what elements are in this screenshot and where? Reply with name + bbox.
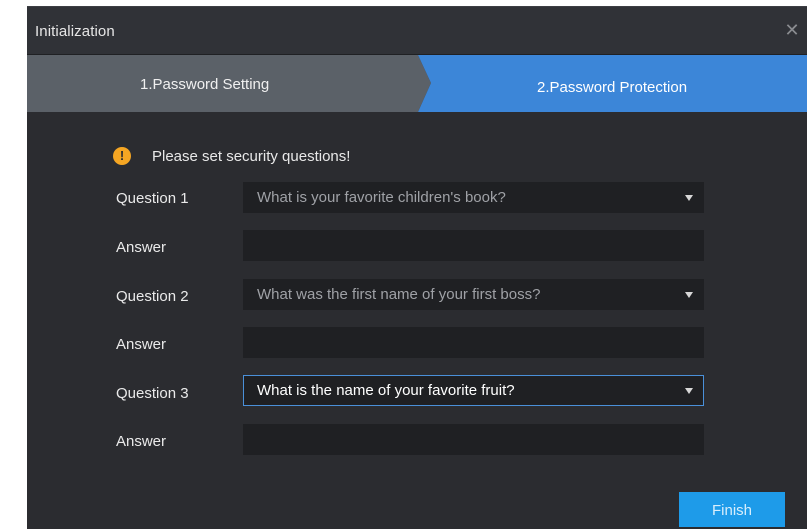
question-3-value: What is the name of your favorite fruit? xyxy=(257,382,515,399)
question-1-value: What is your favorite children's book? xyxy=(257,189,506,206)
warning-icon: ! xyxy=(113,147,131,165)
step-2-label: 2.Password Protection xyxy=(537,79,688,96)
question-1-label: Question 1 xyxy=(116,190,189,207)
question-2-select[interactable]: What was the first name of your first bo… xyxy=(243,279,704,310)
question-3-label: Question 3 xyxy=(116,385,189,402)
dropdown-caret-icon xyxy=(685,388,693,394)
question-2-value: What was the first name of your first bo… xyxy=(257,286,541,303)
answer-3-input[interactable] xyxy=(243,424,704,455)
answer-3-label: Answer xyxy=(116,433,167,450)
dialog-title: Initialization xyxy=(35,23,115,40)
finish-button[interactable]: Finish xyxy=(679,492,785,527)
step-indicator: 1.Password Setting 2.Password Protection xyxy=(27,55,807,112)
question-3-select[interactable]: What is the name of your favorite fruit? xyxy=(243,375,704,406)
initialization-dialog: Initialization ✕ 1.Password Setting 2.Pa… xyxy=(27,6,807,529)
question-1-select[interactable]: What is your favorite children's book? xyxy=(243,182,704,213)
close-icon[interactable]: ✕ xyxy=(781,19,803,41)
title-bar: Initialization ✕ xyxy=(27,7,807,55)
answer-2-label: Answer xyxy=(116,336,167,353)
answer-2-input[interactable] xyxy=(243,327,704,358)
dropdown-caret-icon xyxy=(685,195,693,201)
answer-1-label: Answer xyxy=(116,239,167,256)
notice-text: Please set security questions! xyxy=(152,148,351,165)
answer-1-input[interactable] xyxy=(243,230,704,261)
dropdown-caret-icon xyxy=(685,292,693,298)
step-1-label: 1.Password Setting xyxy=(140,76,270,93)
question-2-label: Question 2 xyxy=(116,288,189,305)
